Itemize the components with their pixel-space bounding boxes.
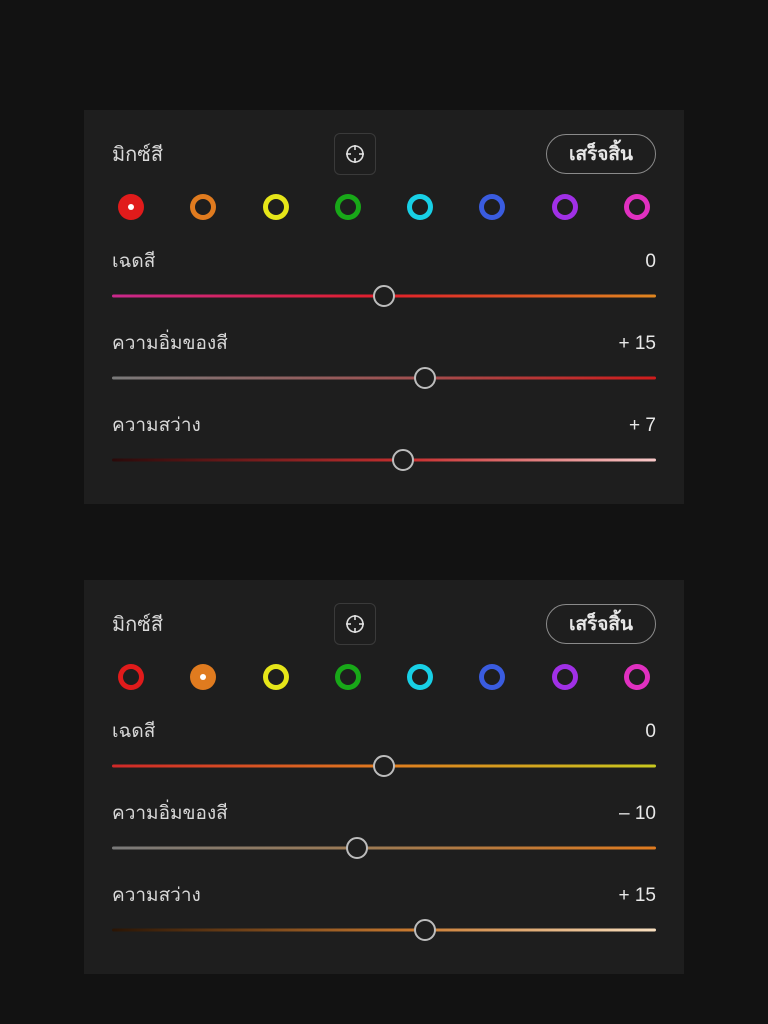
swatch-cyan[interactable]: [407, 664, 433, 690]
slider-thumb[interactable]: [346, 837, 368, 859]
swatch-orange[interactable]: [190, 194, 216, 220]
done-button-label: เสร็จสิ้น: [569, 609, 633, 639]
luminance-label: ความสว่าง: [112, 410, 201, 440]
panel-title: มิกซ์สี: [112, 138, 163, 170]
saturation-track: [112, 377, 656, 380]
panel-header: มิกซ์สี เสร็จสิ้น: [112, 602, 656, 646]
swatch-blue[interactable]: [479, 664, 505, 690]
swatch-red[interactable]: [118, 194, 144, 220]
luminance-value: + 7: [629, 415, 656, 437]
hue-slider[interactable]: [112, 752, 656, 780]
luminance-track: [112, 459, 656, 462]
panel-header: มิกซ์สี เสร็จสิ้น: [112, 132, 656, 176]
color-swatch-row: [112, 176, 656, 228]
swatch-magenta[interactable]: [624, 664, 650, 690]
swatch-red[interactable]: [118, 664, 144, 690]
saturation-slider-group: ความอิ่มของสี – 10: [112, 798, 656, 862]
hue-value: 0: [645, 251, 656, 273]
luminance-slider-group: ความสว่าง + 15: [112, 880, 656, 944]
hue-slider[interactable]: [112, 282, 656, 310]
slider-thumb[interactable]: [373, 755, 395, 777]
luminance-slider[interactable]: [112, 446, 656, 474]
hue-label: เฉดสี: [112, 246, 155, 276]
target-icon: [345, 614, 365, 634]
slider-thumb[interactable]: [373, 285, 395, 307]
slider-thumb[interactable]: [414, 919, 436, 941]
saturation-track: [112, 847, 656, 850]
swatch-yellow[interactable]: [263, 194, 289, 220]
swatch-magenta[interactable]: [624, 194, 650, 220]
luminance-label: ความสว่าง: [112, 880, 201, 910]
swatch-green[interactable]: [335, 664, 361, 690]
hue-label: เฉดสี: [112, 716, 155, 746]
done-button[interactable]: เสร็จสิ้น: [546, 604, 656, 644]
target-adjustment-button[interactable]: [334, 133, 376, 175]
panel-title: มิกซ์สี: [112, 608, 163, 640]
luminance-value: + 15: [618, 885, 656, 907]
swatch-cyan[interactable]: [407, 194, 433, 220]
luminance-slider[interactable]: [112, 916, 656, 944]
swatch-orange[interactable]: [190, 664, 216, 690]
slider-thumb[interactable]: [414, 367, 436, 389]
swatch-yellow[interactable]: [263, 664, 289, 690]
saturation-slider[interactable]: [112, 364, 656, 392]
color-mix-panel: มิกซ์สี เสร็จสิ้น: [84, 580, 684, 974]
swatch-blue[interactable]: [479, 194, 505, 220]
saturation-slider[interactable]: [112, 834, 656, 862]
saturation-label: ความอิ่มของสี: [112, 328, 228, 358]
hue-slider-group: เฉดสี 0: [112, 246, 656, 310]
swatch-purple[interactable]: [552, 194, 578, 220]
hue-value: 0: [645, 721, 656, 743]
swatch-green[interactable]: [335, 194, 361, 220]
slider-thumb[interactable]: [392, 449, 414, 471]
done-button[interactable]: เสร็จสิ้น: [546, 134, 656, 174]
color-swatch-row: [112, 646, 656, 698]
saturation-value: – 10: [619, 803, 656, 825]
hue-slider-group: เฉดสี 0: [112, 716, 656, 780]
target-icon: [345, 144, 365, 164]
swatch-purple[interactable]: [552, 664, 578, 690]
color-mix-panel: มิกซ์สี เสร็จสิ้น: [84, 110, 684, 504]
luminance-slider-group: ความสว่าง + 7: [112, 410, 656, 474]
saturation-slider-group: ความอิ่มของสี + 15: [112, 328, 656, 392]
saturation-label: ความอิ่มของสี: [112, 798, 228, 828]
luminance-track: [112, 929, 656, 932]
done-button-label: เสร็จสิ้น: [569, 139, 633, 169]
target-adjustment-button[interactable]: [334, 603, 376, 645]
saturation-value: + 15: [618, 333, 656, 355]
